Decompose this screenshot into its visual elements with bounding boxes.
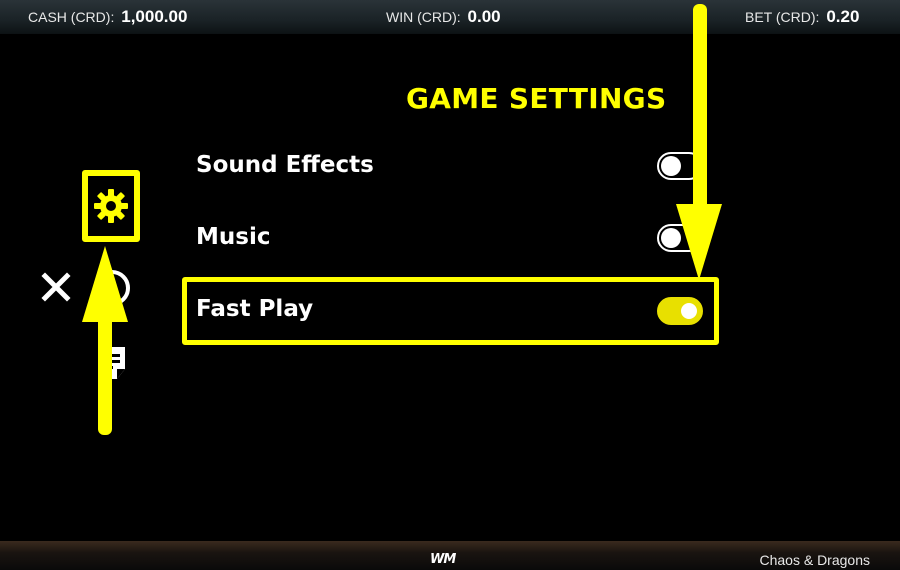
settings-menu-button[interactable] <box>82 170 140 242</box>
game-name: Chaos & Dragons <box>759 552 870 568</box>
music-toggle[interactable] <box>657 224 703 252</box>
bet-display: BET (CRD): 0.20 <box>745 7 859 27</box>
top-status-bar: CASH (CRD): 1,000.00 WIN (CRD): 0.00 BET… <box>0 0 900 34</box>
fast-play-label: Fast Play <box>196 296 314 322</box>
cash-label: CASH (CRD): <box>28 9 115 25</box>
toggle-knob <box>679 301 699 321</box>
down-arrow-shaft <box>693 4 707 218</box>
gear-icon <box>94 189 128 223</box>
sound-effects-toggle[interactable] <box>657 152 703 180</box>
cash-value: 1,000.00 <box>121 7 188 26</box>
close-icon[interactable] <box>40 271 72 303</box>
settings-title: GAME SETTINGS <box>406 82 667 115</box>
info-circle-icon[interactable] <box>92 268 132 308</box>
win-value: 0.00 <box>467 7 501 26</box>
toggle-knob <box>661 228 681 248</box>
win-label: WIN (CRD): <box>386 9 461 25</box>
music-label: Music <box>196 224 271 250</box>
toggle-knob <box>661 156 681 176</box>
bet-value: 0.20 <box>826 7 860 26</box>
win-display: WIN (CRD): 0.00 <box>386 7 501 27</box>
sound-effects-label: Sound Effects <box>196 152 374 178</box>
cash-display: CASH (CRD): 1,000.00 <box>28 7 187 27</box>
brand-logo: WM <box>430 552 456 567</box>
document-icon[interactable] <box>97 345 127 381</box>
bet-label: BET (CRD): <box>745 9 820 25</box>
fast-play-toggle[interactable] <box>657 297 703 325</box>
